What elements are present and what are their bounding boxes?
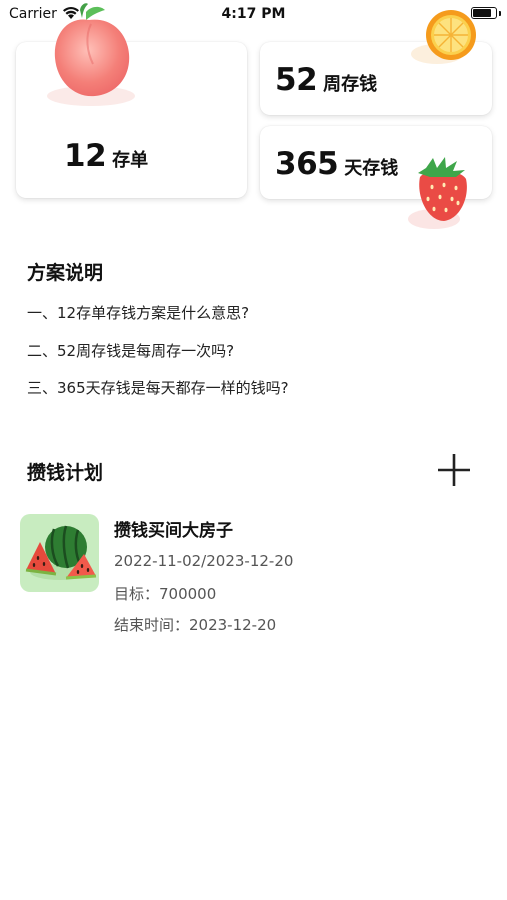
card-12-number: 12 xyxy=(64,138,107,174)
plus-icon[interactable] xyxy=(436,452,472,488)
plan-name: 攒钱买间大房子 xyxy=(114,521,233,541)
plan-thumbnail xyxy=(20,514,99,592)
battery-cap xyxy=(499,11,501,16)
card-52-label: 52 周存钱 xyxy=(275,62,377,98)
card-12-unit: 存单 xyxy=(112,150,149,171)
card-365-number: 365 xyxy=(275,146,339,182)
orange-icon xyxy=(411,10,476,64)
plan-end-date: 结束时间：2023-12-20 xyxy=(114,616,277,634)
scheme-item-2[interactable]: 二、52周存钱是每周存一次吗? xyxy=(27,340,234,361)
card-52-unit: 周存钱 xyxy=(323,74,378,95)
card-365-unit: 天存钱 xyxy=(344,158,399,179)
watermelon-icon xyxy=(25,525,97,580)
plan-date-range: 2022-11-02/2023-12-20 xyxy=(114,552,294,570)
scheme-item-3[interactable]: 三、365天存钱是每天都存一样的钱吗? xyxy=(27,377,289,398)
card-52-number: 52 xyxy=(275,62,318,98)
peach-icon xyxy=(47,3,135,106)
plans-title: 攒钱计划 xyxy=(27,462,104,484)
plan-list-item[interactable]: 攒钱买间大房子 2022-11-02/2023-12-20 目标：700000 … xyxy=(20,512,490,642)
card-365-label: 365 天存钱 xyxy=(275,146,398,182)
card-12-label: 12 存单 xyxy=(64,138,148,174)
scheme-title: 方案说明 xyxy=(27,262,104,284)
scheme-item-1[interactable]: 一、12存单存钱方案是什么意思? xyxy=(27,302,249,323)
plan-target: 目标：700000 xyxy=(114,585,217,603)
strawberry-icon xyxy=(408,157,467,229)
